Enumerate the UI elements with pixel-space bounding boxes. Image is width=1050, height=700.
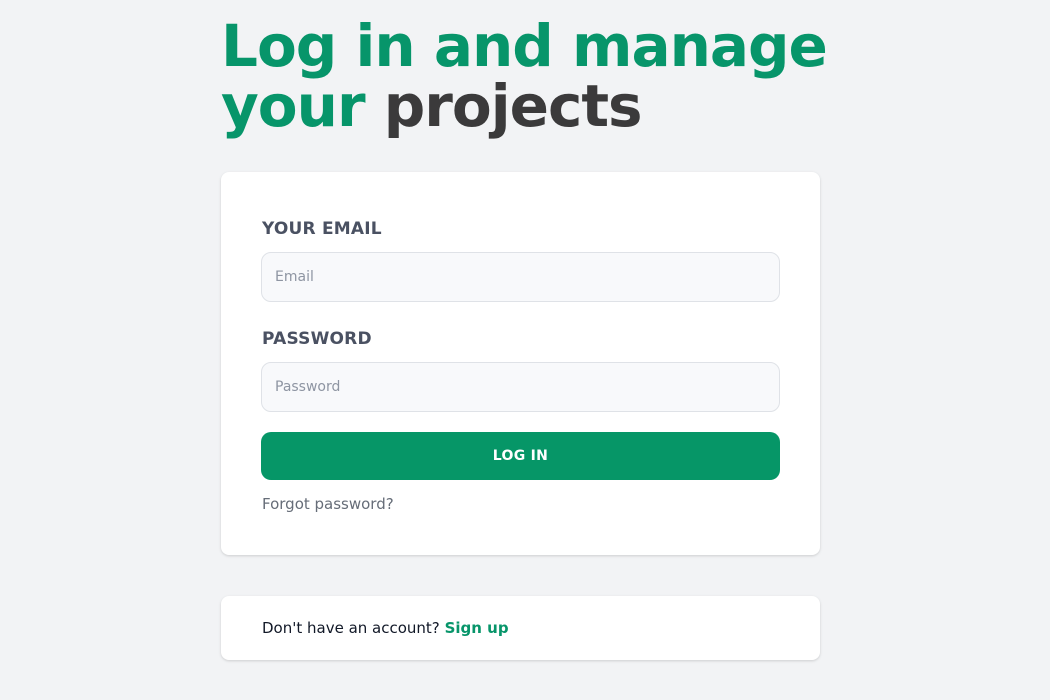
email-input[interactable] xyxy=(261,252,780,302)
email-label: YOUR EMAIL xyxy=(262,219,382,239)
forgot-password-link[interactable]: Forgot password? xyxy=(262,495,394,513)
headline-dark-word: projects xyxy=(383,72,643,140)
password-label: PASSWORD xyxy=(262,329,372,349)
page-headline: Log in and manage your projects xyxy=(221,16,861,136)
headline-line-1: Log in and manage xyxy=(221,12,828,80)
signup-prompt-text: Don't have an account? xyxy=(262,619,440,637)
headline-accent-word: your xyxy=(221,72,366,140)
login-card: YOUR EMAIL PASSWORD LOG IN Forgot passwo… xyxy=(221,172,820,555)
signup-prompt: Don't have an account? Sign up xyxy=(262,619,509,637)
password-input[interactable] xyxy=(261,362,780,412)
login-button[interactable]: LOG IN xyxy=(261,432,780,480)
signup-link[interactable]: Sign up xyxy=(445,619,509,637)
signup-card: Don't have an account? Sign up xyxy=(221,596,820,660)
